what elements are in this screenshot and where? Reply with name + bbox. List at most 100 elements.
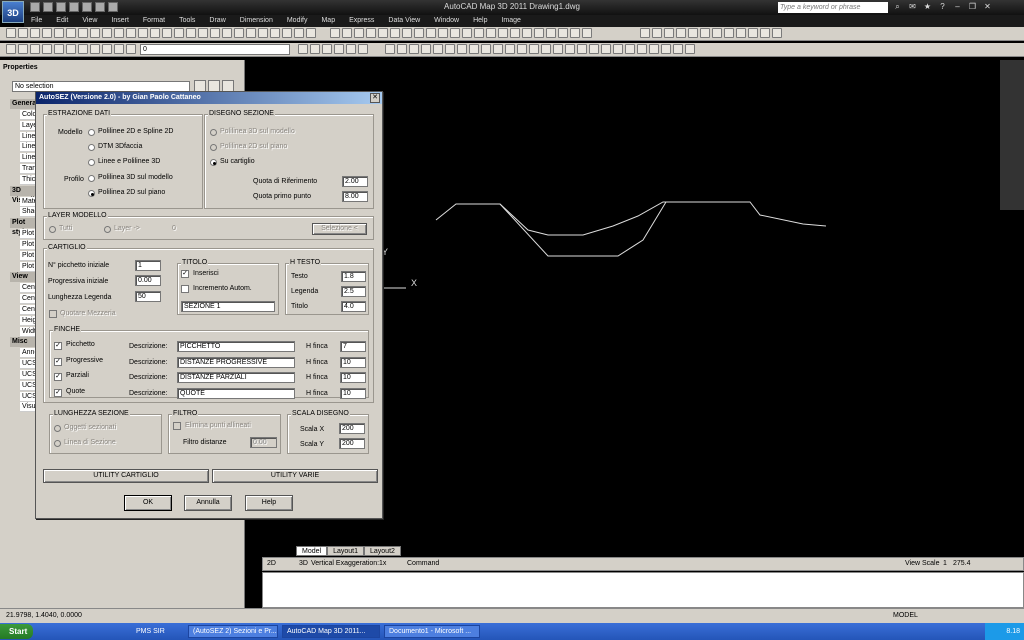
draw-tool-icon[interactable]: [457, 44, 467, 54]
toolbar-tool-icon[interactable]: [150, 28, 160, 38]
radio-polilinee-2d[interactable]: [88, 129, 95, 136]
menu-window[interactable]: Window: [427, 15, 466, 27]
toolbar-tool-icon[interactable]: [736, 28, 746, 38]
quota-primo-input[interactable]: 8.00: [342, 191, 368, 202]
draw-tool-icon[interactable]: [577, 44, 587, 54]
ok-button[interactable]: OK: [124, 495, 172, 511]
layer-tool-icon[interactable]: [322, 44, 332, 54]
radio-layer[interactable]: [104, 226, 111, 233]
help-button[interactable]: Help: [245, 495, 293, 511]
draw-tool-icon[interactable]: [673, 44, 683, 54]
menu-format[interactable]: Format: [136, 15, 172, 27]
layer-tool-icon[interactable]: [6, 44, 16, 54]
incremento-checkbox[interactable]: [181, 285, 189, 293]
inserisci-checkbox[interactable]: ✓: [181, 270, 189, 278]
property-section-header[interactable]: Plot style: [10, 218, 38, 236]
draw-tool-icon[interactable]: [445, 44, 455, 54]
menu-modify[interactable]: Modify: [280, 15, 315, 27]
layer-tool-icon[interactable]: [18, 44, 28, 54]
toolbar-tool-icon[interactable]: [66, 28, 76, 38]
toolbar-tool-icon[interactable]: [222, 28, 232, 38]
layer-tool-icon[interactable]: [298, 44, 308, 54]
property-section-header[interactable]: 3D Visualization: [10, 185, 55, 204]
search-input[interactable]: Type a keyword or phrase: [778, 2, 888, 13]
finca-checkbox[interactable]: ✓: [54, 373, 62, 381]
toolbar-tool-icon[interactable]: [498, 28, 508, 38]
vertical-exaggeration-value[interactable]: 1x: [379, 560, 386, 567]
toolbar-tool-icon[interactable]: [162, 28, 172, 38]
toolbar-tool-icon[interactable]: [54, 28, 64, 38]
radio-dtm[interactable]: [88, 144, 95, 151]
finca-checkbox[interactable]: ✓: [54, 388, 62, 397]
toolbar-tool-icon[interactable]: [426, 28, 436, 38]
communication-center-icon[interactable]: ✉: [907, 1, 918, 12]
start-button[interactable]: Start: [0, 624, 33, 639]
toolbar-tool-icon[interactable]: [712, 28, 722, 38]
draw-tool-icon[interactable]: [589, 44, 599, 54]
radio-disegno-3d[interactable]: [210, 129, 217, 136]
elimina-punti-checkbox[interactable]: [173, 422, 181, 430]
annulla-button[interactable]: Annulla: [184, 495, 232, 511]
property-section-header[interactable]: View: [10, 272, 38, 283]
draw-tool-icon[interactable]: [613, 44, 623, 54]
toolbar-tool-icon[interactable]: [760, 28, 770, 38]
menu-tools[interactable]: Tools: [172, 15, 202, 27]
toolbar-tool-icon[interactable]: [306, 28, 316, 38]
toolbar-tool-icon[interactable]: [6, 28, 16, 38]
finca-checkbox[interactable]: ✓: [54, 357, 62, 366]
task-word[interactable]: Documento1 - Microsoft ...: [384, 625, 480, 638]
toolbar-tool-icon[interactable]: [198, 28, 208, 38]
draw-tool-icon[interactable]: [505, 44, 515, 54]
toolbar-tool-icon[interactable]: [414, 28, 424, 38]
toolbar-tool-icon[interactable]: [18, 28, 28, 38]
progressiva-input[interactable]: 0.00: [135, 275, 161, 286]
radio-polilinea-3d-modello[interactable]: [88, 175, 95, 182]
task-autocad[interactable]: AutoCAD Map 3D 2011...: [282, 625, 380, 638]
toolbar-tool-icon[interactable]: [114, 28, 124, 38]
toolbar-tool-icon[interactable]: [570, 28, 580, 38]
favorites-icon[interactable]: ★: [922, 1, 933, 12]
toolbar-tool-icon[interactable]: [748, 28, 758, 38]
draw-tool-icon[interactable]: [397, 44, 407, 54]
radio-disegno-2d[interactable]: [210, 144, 217, 151]
radio-linea-sezione[interactable]: [54, 440, 61, 447]
toolbar-tool-icon[interactable]: [640, 28, 650, 38]
toolbar-tool-icon[interactable]: [700, 28, 710, 38]
toolbar-tool-icon[interactable]: [438, 28, 448, 38]
draw-tool-icon[interactable]: [493, 44, 503, 54]
view-scale-b[interactable]: 275.4: [953, 560, 971, 567]
toolbar-tool-icon[interactable]: [390, 28, 400, 38]
draw-tool-icon[interactable]: [385, 44, 395, 54]
view-scale-a[interactable]: 1: [943, 560, 947, 567]
titolo-input[interactable]: SEZIONE 1: [181, 301, 275, 312]
toolbar-tool-icon[interactable]: [102, 28, 112, 38]
finca-descrizione-input[interactable]: QUOTE: [177, 387, 295, 399]
close-icon[interactable]: ✕: [982, 1, 993, 12]
toolbar-tool-icon[interactable]: [30, 28, 40, 38]
model-space-label[interactable]: MODEL: [893, 612, 918, 619]
h-finca-input[interactable]: 10: [340, 372, 366, 383]
draw-tool-icon[interactable]: [649, 44, 659, 54]
toolbar-tool-icon[interactable]: [330, 28, 340, 38]
toolbar-tool-icon[interactable]: [126, 28, 136, 38]
toolbar-tool-icon[interactable]: [186, 28, 196, 38]
toolbar-tool-icon[interactable]: [282, 28, 292, 38]
draw-tool-icon[interactable]: [469, 44, 479, 54]
layer-tool-icon[interactable]: [346, 44, 356, 54]
h-finca-input[interactable]: 10: [340, 387, 366, 399]
toolbar-tool-icon[interactable]: [294, 28, 304, 38]
layer-tool-icon[interactable]: [66, 44, 76, 54]
tab-layout1[interactable]: Layout1: [327, 546, 364, 556]
draw-tool-icon[interactable]: [601, 44, 611, 54]
menu-draw[interactable]: Draw: [202, 15, 232, 27]
menu-view[interactable]: View: [75, 15, 104, 27]
search-icon[interactable]: ⌕: [892, 1, 903, 12]
toolbar-tool-icon[interactable]: [270, 28, 280, 38]
toolbar-tool-icon[interactable]: [772, 28, 782, 38]
menu-edit[interactable]: Edit: [49, 15, 75, 27]
toolbar-tool-icon[interactable]: [534, 28, 544, 38]
menu-file[interactable]: File: [24, 15, 49, 27]
draw-tool-icon[interactable]: [625, 44, 635, 54]
toolbar-tool-icon[interactable]: [402, 28, 412, 38]
layer-tool-icon[interactable]: [114, 44, 124, 54]
